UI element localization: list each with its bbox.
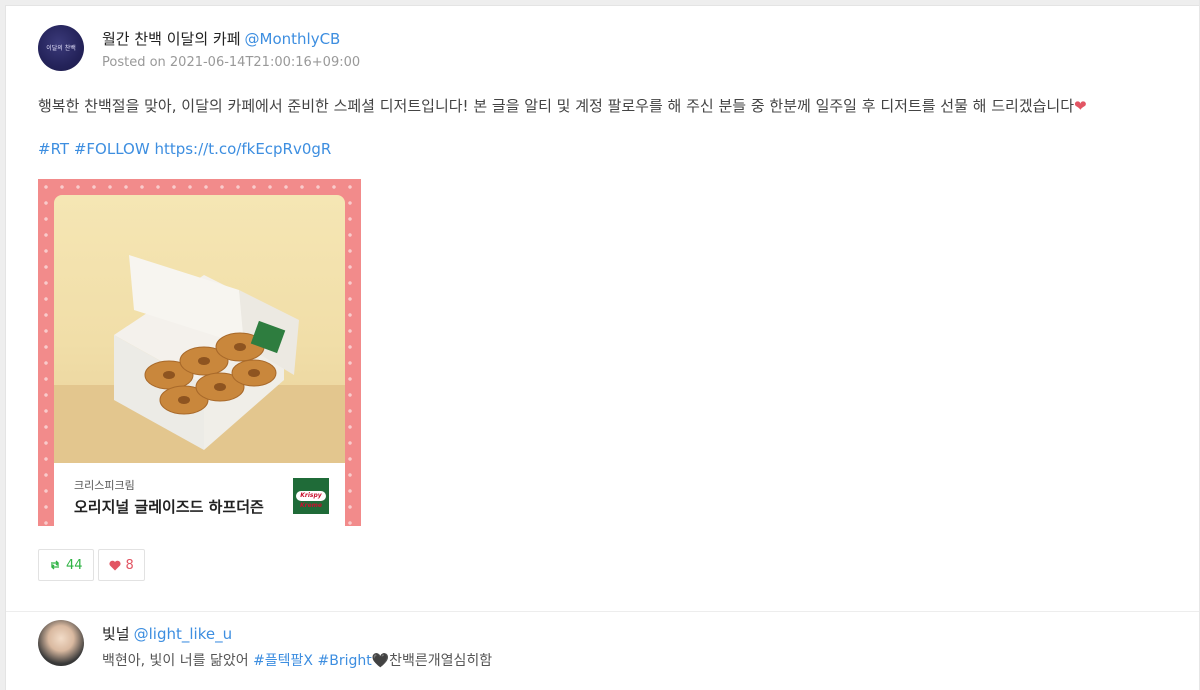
reply-hashtag-1[interactable]: #플텍팔X [253, 653, 313, 669]
heart-emoji-icon: ❤ [1074, 97, 1087, 115]
reply-text-before: 백현아, 빛이 너를 닮았어 [102, 653, 249, 669]
reply-body: 백현아, 빛이 너를 닮았어 #플텍팔X #Bright🖤찬백른개열심히함 [102, 650, 492, 670]
hashtag-rt[interactable]: #RT [38, 140, 69, 158]
donut-box-illustration [54, 255, 345, 463]
author-name[interactable]: 월간 찬백 이달의 카페 [102, 30, 241, 48]
like-count: 8 [125, 557, 134, 573]
author-avatar[interactable]: 이달의 찬백 [38, 25, 84, 71]
krispy-kreme-logo-icon: Krispy Kreme [293, 478, 329, 514]
reply-author-name[interactable]: 빛널 [102, 625, 130, 643]
retweet-button[interactable]: 44 [38, 549, 94, 581]
post-tags: #RT #FOLLOW https://t.co/fkEcpRv0gR [38, 140, 331, 158]
reply-avatar[interactable] [38, 620, 84, 666]
like-button[interactable]: 8 [97, 549, 145, 581]
brand-logo-text: Krispy Kreme [296, 491, 326, 509]
hashtag-follow[interactable]: #FOLLOW [74, 140, 150, 158]
media-brand: 크리스피크림 [74, 479, 135, 492]
media-product-name: 오리지널 글레이즈드 하프더즌 [74, 498, 264, 516]
reply-author-line: 빛널 @light_like_u [102, 623, 232, 644]
donut-box-photo [54, 195, 345, 463]
media-caption: 크리스피크림 오리지널 글레이즈드 하프더즌 Krispy Kreme [54, 463, 345, 526]
reply-text-after: 🖤찬백른개열심히함 [371, 653, 493, 669]
reply-hashtag-2[interactable]: #Bright [317, 653, 371, 669]
post-card: 이달의 찬백 월간 찬백 이달의 카페 @MonthlyCB Posted on … [5, 5, 1200, 690]
reply-author-handle[interactable]: @light_like_u [134, 625, 232, 643]
post-link[interactable]: https://t.co/fkEcpRv0gR [154, 140, 331, 158]
heart-icon [108, 560, 121, 570]
retweet-count: 44 [66, 557, 83, 573]
post-timestamp: Posted on 2021-06-14T21:00:16+09:00 [102, 55, 361, 70]
post-body: 행복한 찬백절을 맞아, 이달의 카페에서 준비한 스페셜 디저트입니다! 본 … [38, 95, 1087, 116]
post-media-image[interactable]: 크리스피크림 오리지널 글레이즈드 하프더즌 Krispy Kreme [38, 179, 361, 526]
post-body-text: 행복한 찬백절을 맞아, 이달의 카페에서 준비한 스페셜 디저트입니다! 본 … [38, 97, 1075, 115]
retweet-icon [51, 560, 59, 570]
avatar-logo-text: 이달의 찬백 [46, 44, 76, 52]
author-handle[interactable]: @MonthlyCB [245, 30, 341, 48]
reply-divider [6, 611, 1200, 612]
post-actions: 44 8 [38, 549, 145, 581]
author-line: 월간 찬백 이달의 카페 @MonthlyCB [102, 28, 340, 49]
